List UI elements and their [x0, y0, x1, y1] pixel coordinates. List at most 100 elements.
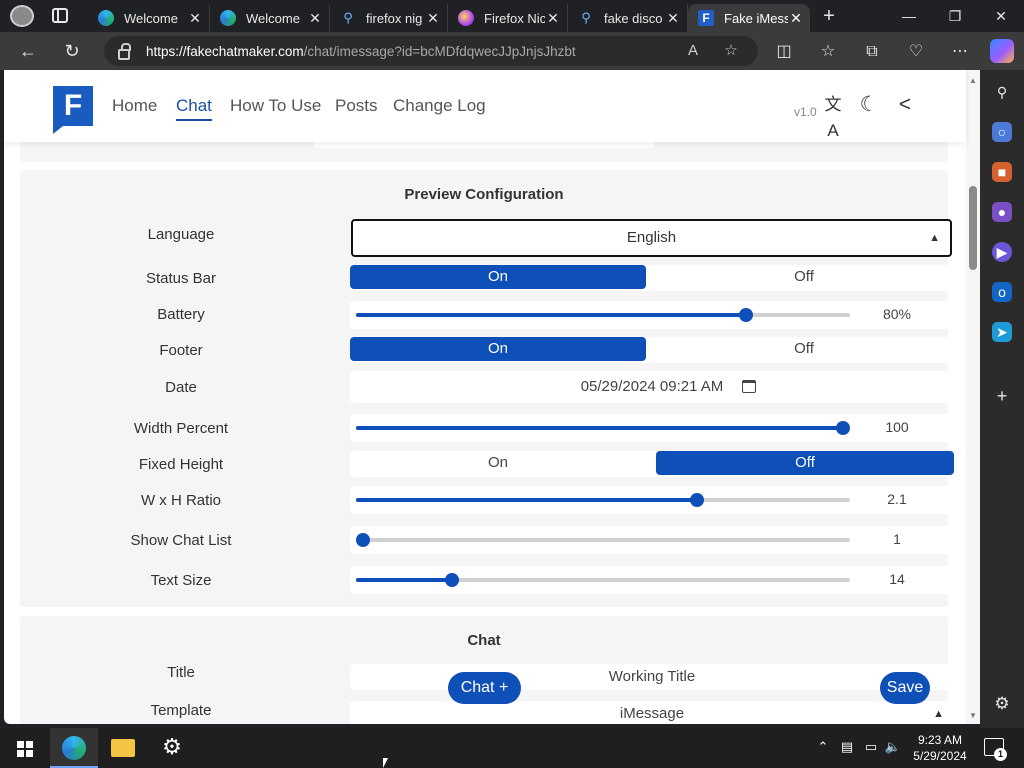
- taskbar-clock[interactable]: 9:23 AM 5/29/2024: [906, 732, 974, 764]
- battery-value: 80%: [882, 306, 912, 322]
- slider-thumb[interactable]: [445, 573, 459, 587]
- tab-title: Welcome: [246, 10, 300, 26]
- nav-how-to-use[interactable]: How To Use: [230, 96, 321, 116]
- battery-slider-row: 80%: [350, 301, 954, 329]
- chat-title-input[interactable]: Working Title: [350, 664, 954, 690]
- taskbar-edge-button[interactable]: [50, 728, 98, 768]
- sidebar-games-icon[interactable]: ●: [992, 202, 1012, 222]
- status-bar-on-button[interactable]: On: [350, 265, 646, 289]
- edge-sidebar: ⚲ ○ ■ ● ▶ o ➤ + ⚙: [980, 70, 1024, 728]
- new-tab-icon[interactable]: +: [818, 4, 840, 28]
- scroll-up-icon[interactable]: ▲: [969, 76, 977, 85]
- version-label: v1.0: [794, 105, 817, 119]
- footer-on-button[interactable]: On: [350, 337, 646, 361]
- collections-icon[interactable]: ⧉: [860, 40, 884, 64]
- close-tab-icon[interactable]: ✕: [545, 10, 561, 27]
- browser-tab-1[interactable]: Welcome ✕: [88, 4, 210, 32]
- slider-thumb[interactable]: [836, 421, 850, 435]
- refresh-icon[interactable]: ↻: [59, 39, 85, 65]
- slider-thumb[interactable]: [356, 533, 370, 547]
- tray-chevron-up-icon[interactable]: ⌃: [814, 738, 832, 756]
- width-percent-label: Width Percent: [133, 420, 229, 437]
- fixed-height-off-button[interactable]: Off: [656, 451, 954, 475]
- template-select[interactable]: iMessage ▲: [350, 701, 954, 724]
- calendar-icon[interactable]: [742, 380, 756, 393]
- site-logo[interactable]: F: [53, 86, 93, 134]
- taskbar-settings-button[interactable]: ⚙: [148, 728, 196, 768]
- split-screen-icon[interactable]: ◫: [772, 40, 796, 64]
- close-tab-icon[interactable]: ✕: [307, 10, 323, 27]
- close-tab-icon[interactable]: ✕: [788, 10, 804, 27]
- page-scrollbar[interactable]: ▲ ▼: [966, 70, 980, 724]
- show-chat-list-slider-row: 1: [350, 526, 954, 554]
- site-header: F Home Chat How To Use Posts Change Log …: [4, 70, 966, 142]
- close-tab-icon[interactable]: ✕: [425, 10, 441, 27]
- template-label: Template: [150, 702, 212, 719]
- browser-tab-4[interactable]: Firefox Nic ✕: [448, 4, 568, 32]
- text-size-slider[interactable]: [356, 573, 850, 587]
- show-chat-list-slider[interactable]: [356, 533, 850, 547]
- chat-add-button[interactable]: Chat +: [448, 672, 521, 704]
- tab-actions-icon[interactable]: [52, 8, 68, 23]
- sidebar-shopping-icon[interactable]: ○: [992, 122, 1012, 142]
- status-bar-off-button[interactable]: Off: [656, 265, 952, 289]
- maximize-icon[interactable]: ❐: [932, 0, 978, 32]
- nav-home[interactable]: Home: [112, 96, 157, 116]
- sidebar-copilot-icon[interactable]: ▶: [992, 242, 1012, 262]
- width-percent-slider[interactable]: [356, 421, 850, 435]
- nav-posts[interactable]: Posts: [335, 96, 378, 116]
- language-select[interactable]: English ▲: [351, 219, 952, 257]
- browser-essentials-icon[interactable]: ♡: [904, 40, 928, 64]
- sidebar-send-icon[interactable]: ➤: [992, 322, 1012, 342]
- tray-network-icon[interactable]: ▭: [862, 738, 880, 756]
- windows-start-icon[interactable]: [17, 741, 33, 757]
- scroll-thumb[interactable]: [969, 186, 977, 270]
- browser-tab-strip: Welcome ✕ Welcome ✕ ⚲ firefox nig ✕ Fire…: [0, 0, 1024, 32]
- battery-slider[interactable]: [356, 308, 850, 322]
- close-tab-icon[interactable]: ✕: [187, 10, 203, 27]
- back-icon[interactable]: ←: [15, 39, 41, 65]
- minimize-icon[interactable]: —: [886, 0, 932, 32]
- translate-icon[interactable]: 文A: [820, 92, 846, 140]
- read-aloud-icon[interactable]: A: [682, 40, 704, 62]
- close-tab-icon[interactable]: ✕: [665, 10, 681, 27]
- date-input[interactable]: 05/29/2024 09:21 AM: [350, 371, 954, 403]
- dark-mode-moon-icon[interactable]: ☾: [856, 92, 882, 118]
- fixed-height-label: Fixed Height: [138, 456, 224, 473]
- browser-tab-5[interactable]: ⚲ fake disco ✕: [568, 4, 688, 32]
- save-button[interactable]: Save: [880, 672, 930, 704]
- slider-thumb[interactable]: [690, 493, 704, 507]
- favorite-star-icon[interactable]: ☆: [720, 40, 742, 62]
- more-menu-icon[interactable]: ⋯: [948, 40, 972, 64]
- address-bar[interactable]: https://fakechatmaker.com/chat/imessage?…: [104, 36, 758, 66]
- tray-device-icon[interactable]: ▤: [838, 738, 856, 756]
- nav-chat[interactable]: Chat: [176, 96, 212, 121]
- wh-ratio-slider[interactable]: [356, 493, 850, 507]
- sidebar-settings-icon[interactable]: ⚙: [992, 694, 1012, 714]
- url-text: https://fakechatmaker.com/chat/imessage?…: [146, 43, 576, 59]
- window-close-icon[interactable]: ✕: [978, 0, 1024, 32]
- tab-title: Firefox Nic: [484, 10, 545, 26]
- nav-change-log[interactable]: Change Log: [393, 96, 486, 116]
- section-title: Preview Configuration: [404, 186, 564, 203]
- slider-fill: [356, 498, 697, 502]
- scroll-down-icon[interactable]: ▼: [969, 711, 977, 720]
- footer-off-button[interactable]: Off: [656, 337, 952, 361]
- share-icon[interactable]: <: [892, 92, 918, 118]
- browser-tab-2[interactable]: Welcome ✕: [210, 4, 330, 32]
- browser-tab-6-active[interactable]: F Fake iMess ✕: [688, 4, 810, 32]
- sidebar-add-icon[interactable]: +: [992, 386, 1012, 406]
- sidebar-outlook-icon[interactable]: o: [992, 282, 1012, 302]
- taskbar-file-explorer-button[interactable]: [99, 728, 147, 768]
- favorites-icon[interactable]: ☆: [816, 40, 840, 64]
- profile-avatar-icon[interactable]: [10, 5, 34, 27]
- tray-volume-muted-icon[interactable]: 🔈: [884, 738, 902, 756]
- sidebar-search-icon[interactable]: ⚲: [992, 82, 1012, 102]
- sidebar-tools-icon[interactable]: ■: [992, 162, 1012, 182]
- fixed-height-on-button[interactable]: On: [350, 451, 646, 475]
- copilot-icon[interactable]: [990, 39, 1014, 63]
- text-size-slider-row: 14: [350, 566, 954, 594]
- slider-thumb[interactable]: [739, 308, 753, 322]
- browser-tab-3[interactable]: ⚲ firefox nig ✕: [330, 4, 448, 32]
- lock-icon[interactable]: [118, 42, 131, 60]
